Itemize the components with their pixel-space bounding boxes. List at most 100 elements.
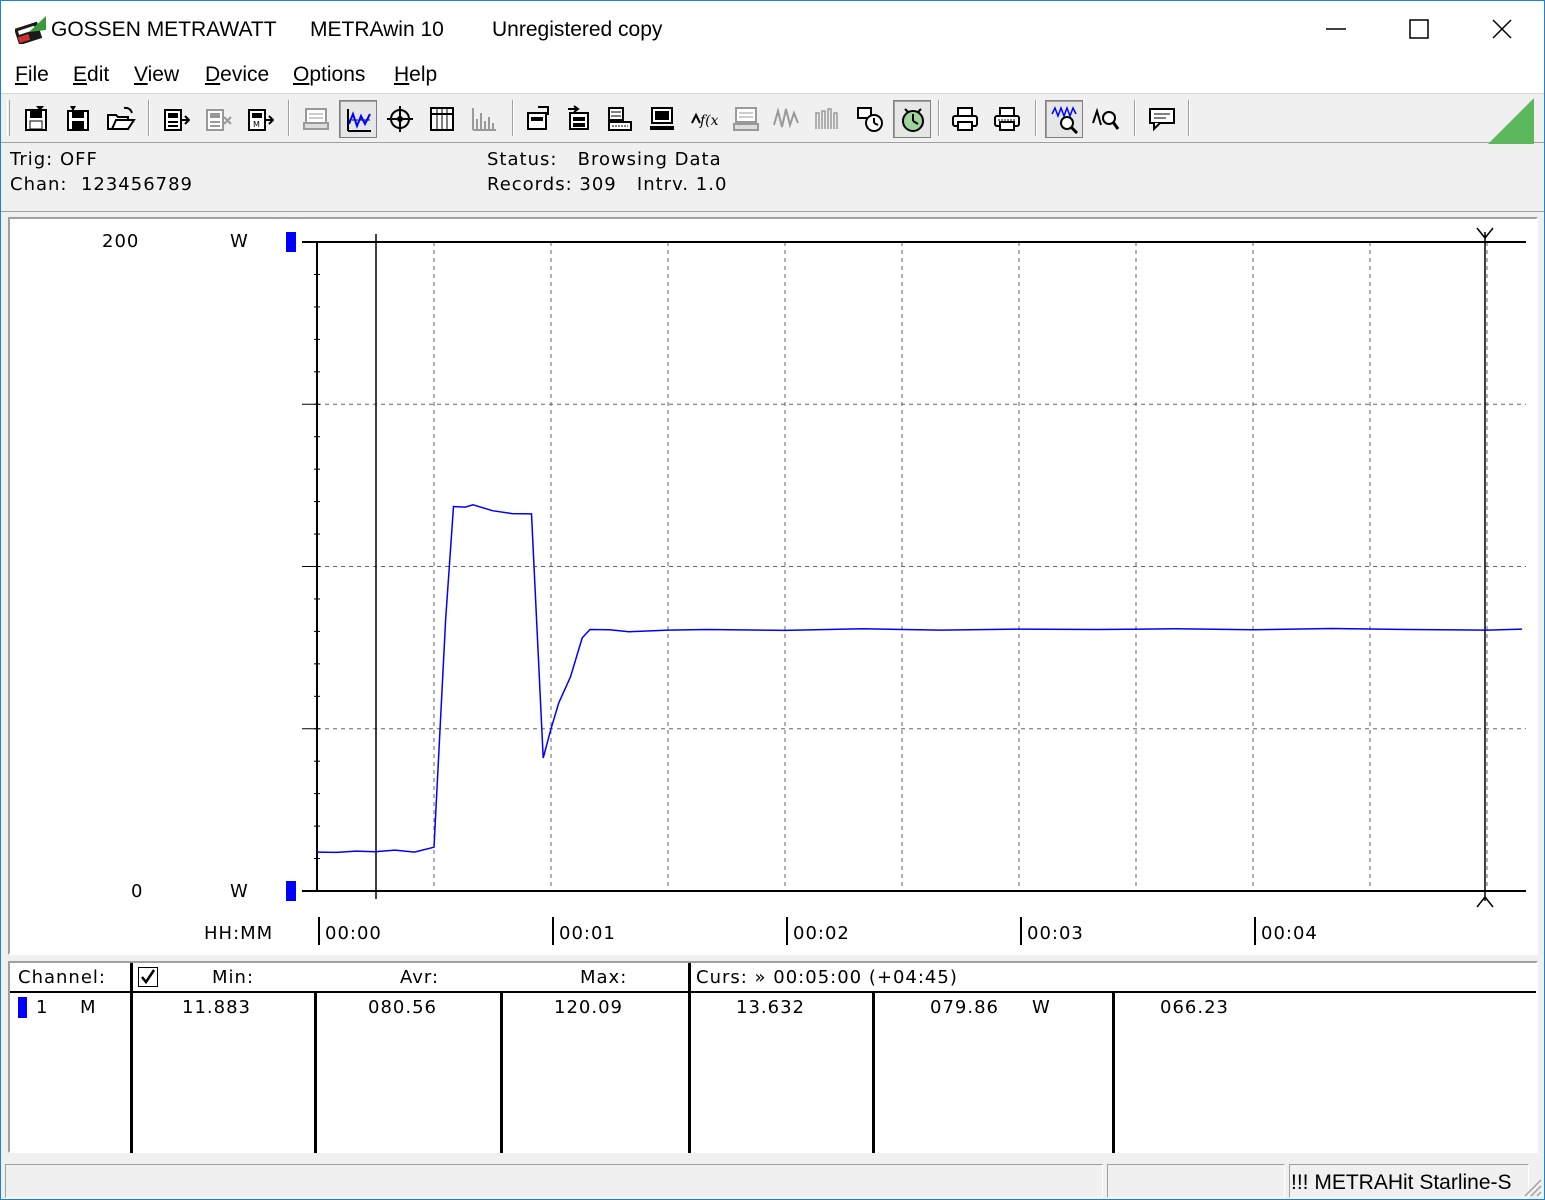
checkmark-icon <box>141 969 156 985</box>
save-button[interactable] <box>17 100 55 138</box>
x-axis-label: HH:MM <box>204 923 273 944</box>
status-pane-device: !!! METRAHit Starline-S <box>1289 1164 1529 1198</box>
toolbar-separator <box>1035 100 1037 136</box>
import-button[interactable] <box>561 100 599 138</box>
toolbar-separator <box>512 100 514 136</box>
zoom-button[interactable] <box>1087 100 1125 138</box>
scope-button[interactable] <box>381 100 419 138</box>
device-clear-icon <box>206 109 232 131</box>
menu-options-accel: O <box>293 63 310 86</box>
waveform-icon <box>773 107 799 129</box>
cursor-header: Curs: » 00:05:00 (+04:45) <box>696 967 958 988</box>
device-memory-button[interactable]: M <box>241 100 279 138</box>
max-header: Max: <box>580 967 628 988</box>
menu-options[interactable]: Options <box>293 63 365 87</box>
resize-grip-icon[interactable] <box>1520 1175 1542 1197</box>
menu-help-accel: H <box>394 63 410 86</box>
table-button[interactable] <box>423 100 461 138</box>
channel-checkbox[interactable] <box>138 967 158 987</box>
menu-edit-label: dit <box>87 63 110 86</box>
brand-title: GOSSEN METRAWATT <box>51 18 277 41</box>
status-corner-icon <box>1488 98 1534 144</box>
menu-edit-accel: E <box>73 63 88 86</box>
row-avr-value: 080.56 <box>368 997 437 1018</box>
print-button[interactable] <box>946 100 984 138</box>
records-label-text: Records: <box>487 174 573 195</box>
registration-title: Unregistered copy <box>492 18 663 41</box>
save-as-button[interactable] <box>59 100 97 138</box>
minimize-button[interactable] <box>1294 1 1378 57</box>
menu-help-label: elp <box>409 63 438 86</box>
menu-edit[interactable]: Edit <box>73 63 109 87</box>
column-divider <box>500 991 503 1153</box>
app-name-title: METRAwin 10 <box>310 18 444 41</box>
x-tick-label: 00:00 <box>325 923 382 944</box>
chart-labels: 200 W 0 W HH:MM 00:00 00:01 00:02 00:03 00:04 <box>102 231 1317 945</box>
close-button[interactable] <box>1460 1 1544 57</box>
channel-label-text: Chan: <box>10 174 68 195</box>
row-channel-mode: M <box>80 997 97 1018</box>
app-logo-icon <box>15 16 46 44</box>
device-read-button[interactable] <box>157 100 195 138</box>
channel-table: Channel: Min: Avr: Max: Curs: » 00:05:00… <box>8 961 1538 1153</box>
online-chart-button[interactable] <box>339 100 377 138</box>
trigger-label: Trig: OFF <box>10 149 98 170</box>
data-sheet-button[interactable] <box>601 100 639 138</box>
print-icon <box>952 107 978 131</box>
chart-panel[interactable]: 200 W 0 W HH:MM 00:00 00:01 00:02 00:03 00:04 <box>8 217 1538 955</box>
menu-file[interactable]: File <box>15 63 49 87</box>
link-button[interactable] <box>851 100 889 138</box>
device-memory-icon: M <box>248 109 274 131</box>
zoom-wave-button[interactable] <box>1045 100 1083 138</box>
toolbar-grip[interactable] <box>7 100 10 136</box>
row-cursor-value: 13.632 <box>736 997 805 1018</box>
trigger-value: OFF <box>59 149 98 170</box>
svg-text:f(x): f(x) <box>699 113 718 129</box>
toolbar: M f(x) <box>1 93 1544 144</box>
signal-button[interactable] <box>809 100 847 138</box>
toolbar-separator <box>938 100 940 136</box>
status-bar: !!! METRAHit Starline-S <box>1 1161 1544 1199</box>
export-button[interactable] <box>519 100 557 138</box>
status-pane-middle <box>1107 1164 1285 1198</box>
open-button[interactable] <box>101 100 139 138</box>
channel-value: 123456789 <box>80 174 194 195</box>
message-button[interactable] <box>1143 100 1181 138</box>
menu-file-label: ile <box>27 63 49 86</box>
print-preview-icon <box>994 107 1020 131</box>
menu-help[interactable]: Help <box>394 63 437 87</box>
series-line <box>316 504 1523 854</box>
print-preview-button[interactable] <box>988 100 1026 138</box>
online-list-button[interactable] <box>297 100 335 138</box>
column-divider <box>872 991 875 1153</box>
row-cursor-value-3: 066.23 <box>1160 997 1229 1018</box>
x-tick-label: 00:01 <box>559 923 616 944</box>
function-button[interactable]: f(x) <box>685 100 723 138</box>
toolbar-separator <box>288 100 290 136</box>
waveform-button[interactable] <box>767 100 805 138</box>
row-channel-number[interactable]: 1 <box>36 997 48 1018</box>
menu-device-accel: D <box>205 63 221 86</box>
min-header: Min: <box>212 967 255 988</box>
device-read-icon <box>164 109 190 131</box>
histogram-button[interactable] <box>465 100 503 138</box>
line-chart[interactable]: 200 W 0 W HH:MM 00:00 00:01 00:02 00:03 00:04 <box>10 219 1536 953</box>
link-icon <box>857 107 883 132</box>
keyboard-button[interactable] <box>727 100 765 138</box>
device-clear-button[interactable] <box>199 100 237 138</box>
channel-header: Channel: <box>18 967 106 988</box>
status-label-text: Status: <box>487 149 558 170</box>
column-divider <box>688 963 691 1153</box>
monitor-button[interactable] <box>643 100 681 138</box>
row-max-value: 120.09 <box>554 997 623 1018</box>
keyboard-icon <box>733 107 759 131</box>
records-value: 309 <box>579 174 617 195</box>
menu-device[interactable]: Device <box>205 63 269 87</box>
interval-value: 1.0 <box>695 174 728 195</box>
channel-bottom-marker <box>286 881 296 901</box>
menu-view[interactable]: View <box>134 63 179 87</box>
timer-button[interactable] <box>893 100 931 138</box>
row-unit: W <box>1032 997 1051 1018</box>
maximize-button[interactable] <box>1377 1 1461 57</box>
x-tick-label: 00:02 <box>793 923 850 944</box>
